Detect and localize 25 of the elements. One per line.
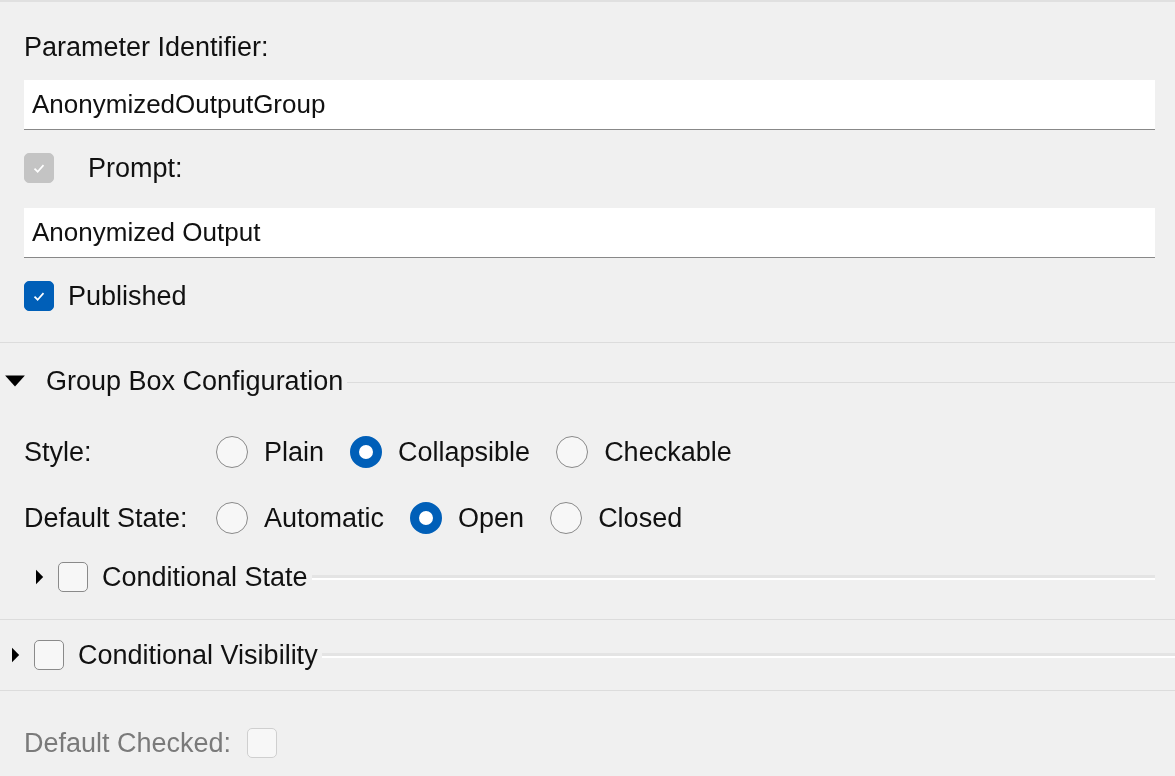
radio-button[interactable] — [556, 436, 589, 468]
identifier-field[interactable]: AnonymizedOutputGroup — [24, 80, 1155, 130]
radio-button[interactable] — [216, 502, 248, 534]
published-checkbox[interactable] — [24, 281, 54, 311]
identifier-label: Parameter Identifier: — [24, 31, 270, 64]
default-checked-label: Default Checked: — [24, 727, 232, 760]
radio-label: Checkable — [604, 436, 732, 469]
radio-label: Open — [458, 502, 525, 535]
radio-button[interactable] — [410, 502, 443, 534]
radio-group-label: Default State: — [24, 502, 189, 535]
radio-label: Automatic — [264, 502, 385, 535]
radio-label: Collapsible — [398, 436, 531, 469]
radio-button[interactable] — [550, 502, 583, 534]
conditional-state-label: Conditional State — [102, 561, 308, 594]
published-label: Published — [68, 280, 187, 313]
group-box-title: Group Box Configuration — [46, 365, 344, 398]
radio-label: Closed — [598, 502, 683, 535]
radio-button[interactable] — [216, 436, 248, 468]
conditional-visibility-label: Conditional Visibility — [78, 639, 318, 672]
radio-label: Plain — [264, 436, 325, 469]
conditional-visibility-checkbox[interactable] — [34, 640, 64, 670]
radio-button[interactable] — [350, 436, 383, 468]
prompt-label: Prompt: — [88, 152, 183, 185]
radio-group-label: Style: — [24, 436, 93, 469]
conditional-state-checkbox[interactable] — [58, 562, 88, 592]
